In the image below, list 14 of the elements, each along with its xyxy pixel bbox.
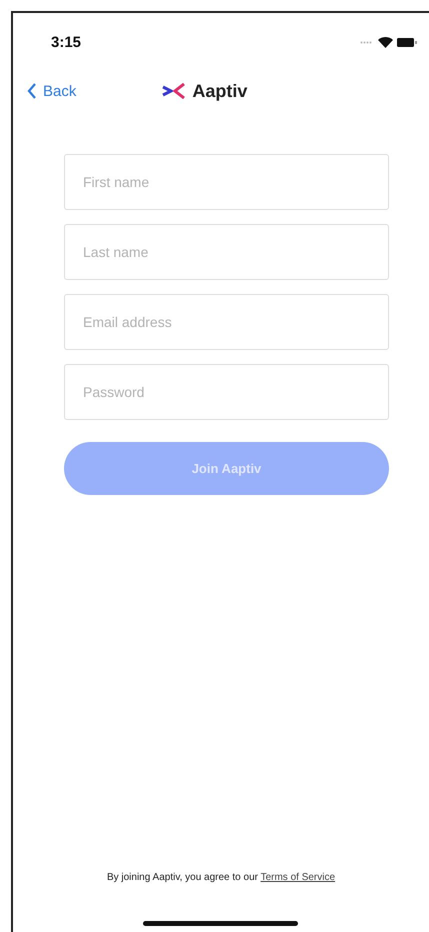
status-time: 3:15 bbox=[51, 34, 82, 50]
input-field[interactable]: First name bbox=[64, 154, 389, 210]
signal-icon bbox=[360, 40, 374, 44]
battery-icon bbox=[397, 38, 417, 46]
wifi-icon bbox=[378, 36, 393, 48]
chevron-left-icon bbox=[27, 83, 37, 99]
back-button[interactable]: Back bbox=[27, 82, 76, 100]
terms-notice: By joining Aaptiv, you agree to our Terms of Service bbox=[106, 872, 336, 883]
input-field[interactable]: Email address bbox=[64, 294, 389, 350]
terms-link[interactable]: Terms of Service bbox=[260, 872, 336, 883]
input-field[interactable]: Password bbox=[64, 364, 389, 420]
logo-icon bbox=[162, 83, 186, 99]
brand-name: Aaptiv bbox=[192, 80, 248, 102]
input-field[interactable]: Last name bbox=[64, 224, 389, 280]
